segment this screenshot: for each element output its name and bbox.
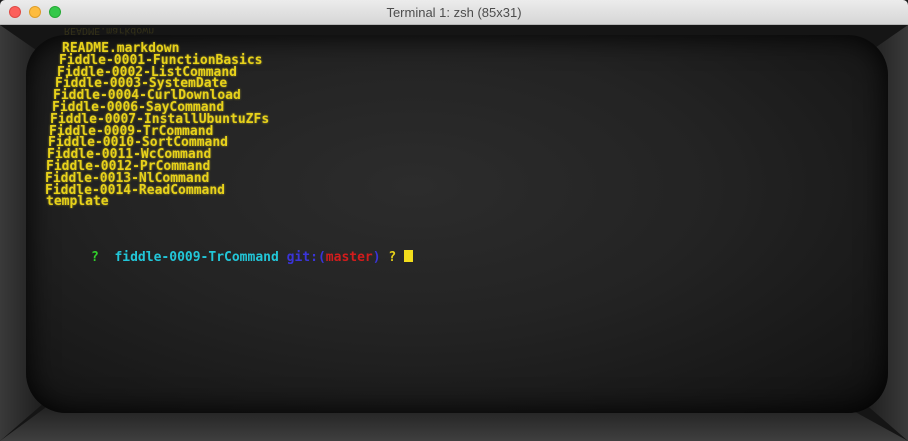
prompt-git-branch: master xyxy=(325,250,373,265)
text-cursor[interactable] xyxy=(404,250,414,262)
prompt-git-prefix: git:( xyxy=(286,250,326,265)
terminal-output: README.markdown Fiddle-0001-FunctionBasi… xyxy=(44,42,269,210)
reflection-text: README.markdown xyxy=(64,25,155,36)
prompt-dirty-mark: ? xyxy=(388,250,397,265)
terminal-window: Terminal 1: zsh (85x31) README.markdown … xyxy=(0,0,908,441)
prompt-directory: fiddle-0009-TrCommand xyxy=(114,250,279,265)
title-bar[interactable]: Terminal 1: zsh (85x31) xyxy=(0,0,908,25)
terminal-screen[interactable]: README.markdown README.markdown Fiddle-0… xyxy=(0,25,908,441)
prompt-arrow: ? xyxy=(90,250,99,265)
output-line: template xyxy=(46,194,109,210)
prompt-git-suffix: ) xyxy=(372,250,381,265)
window-title: Terminal 1: zsh (85x31) xyxy=(386,5,522,20)
command-prompt[interactable]: ? fiddle-0009-TrCommand git:(master) ? xyxy=(44,235,414,280)
